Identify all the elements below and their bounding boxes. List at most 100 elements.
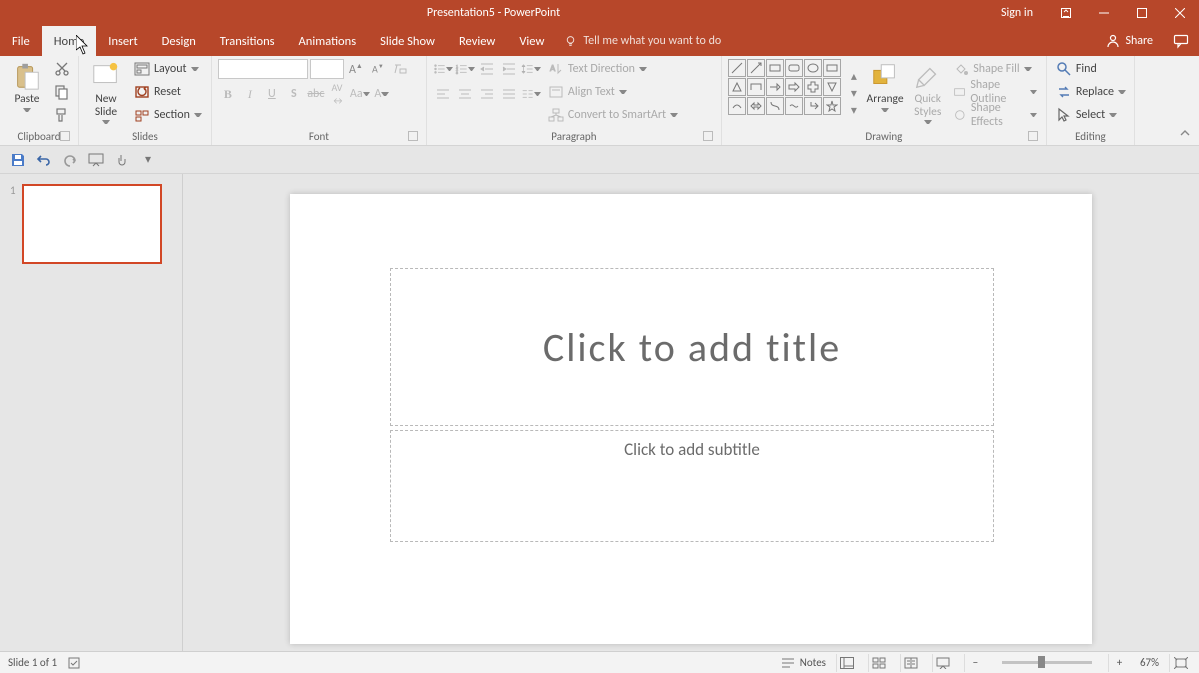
title-bar: Presentation5 - PowerPoint Sign in bbox=[0, 0, 1199, 26]
minimize-button[interactable] bbox=[1085, 0, 1123, 26]
qat-customize-button[interactable]: ▾ bbox=[140, 152, 156, 168]
align-right-button[interactable] bbox=[477, 84, 497, 104]
sign-in-link[interactable]: Sign in bbox=[987, 0, 1047, 26]
reading-view-button[interactable] bbox=[900, 654, 922, 672]
clipboard-launcher[interactable] bbox=[60, 131, 70, 141]
replace-button[interactable]: Replace bbox=[1053, 82, 1129, 102]
tab-review[interactable]: Review bbox=[447, 26, 507, 56]
start-from-beginning-button[interactable] bbox=[88, 152, 104, 168]
font-color-button[interactable]: A bbox=[372, 84, 392, 104]
spellcheck-icon[interactable] bbox=[67, 655, 83, 671]
slide[interactable]: Click to add title Click to add subtitle bbox=[290, 194, 1092, 644]
title-placeholder[interactable]: Click to add title bbox=[390, 268, 994, 426]
decrease-font-button[interactable]: A▼ bbox=[368, 59, 388, 79]
subtitle-placeholder[interactable]: Click to add subtitle bbox=[390, 430, 994, 542]
comments-button[interactable] bbox=[1163, 26, 1199, 56]
tab-design[interactable]: Design bbox=[150, 26, 208, 56]
smartart-label: Convert to SmartArt bbox=[568, 108, 666, 122]
save-button[interactable] bbox=[10, 152, 26, 168]
clear-formatting-button[interactable] bbox=[390, 59, 410, 79]
fit-to-window-button[interactable] bbox=[1169, 654, 1191, 672]
convert-smartart-button[interactable]: Convert to SmartArt bbox=[545, 105, 681, 125]
justify-button[interactable] bbox=[499, 84, 519, 104]
zoom-level[interactable]: 67% bbox=[1140, 656, 1159, 669]
touch-icon bbox=[114, 152, 130, 168]
collapse-ribbon-button[interactable] bbox=[1171, 56, 1199, 145]
increase-font-button[interactable]: A▲ bbox=[346, 59, 366, 79]
change-case-button[interactable]: Aa bbox=[350, 84, 370, 104]
shapes-scroll-down[interactable]: ▾ bbox=[847, 86, 861, 102]
shadow-button[interactable]: S bbox=[284, 84, 304, 104]
font-name-combo[interactable] bbox=[218, 59, 308, 79]
font-size-combo[interactable] bbox=[310, 59, 344, 79]
shape-effects-button[interactable]: Shape Effects bbox=[950, 105, 1040, 125]
section-button[interactable]: Section bbox=[131, 105, 205, 125]
paste-button[interactable]: Paste bbox=[6, 59, 48, 128]
ribbon-display-options-button[interactable] bbox=[1047, 0, 1085, 26]
zoom-slider[interactable] bbox=[1002, 661, 1092, 664]
undo-button[interactable] bbox=[36, 152, 52, 168]
present-icon bbox=[88, 152, 104, 168]
arrange-button[interactable]: Arrange bbox=[865, 59, 905, 128]
notes-button[interactable]: Notes bbox=[780, 655, 826, 671]
bullets-button[interactable] bbox=[433, 59, 453, 79]
tab-insert[interactable]: Insert bbox=[96, 26, 149, 56]
columns-button[interactable] bbox=[521, 84, 541, 104]
align-left-button[interactable] bbox=[433, 84, 453, 104]
normal-view-button[interactable] bbox=[836, 654, 858, 672]
char-spacing-button[interactable]: AV↔ bbox=[328, 84, 348, 104]
slide-canvas[interactable]: Click to add title Click to add subtitle bbox=[183, 174, 1199, 651]
redo-button[interactable] bbox=[62, 152, 78, 168]
tab-animations[interactable]: Animations bbox=[287, 26, 369, 56]
align-center-button[interactable] bbox=[455, 84, 475, 104]
copy-button[interactable] bbox=[52, 82, 72, 102]
drawing-launcher[interactable] bbox=[1028, 131, 1038, 141]
undo-icon bbox=[36, 152, 52, 168]
slideshow-view-button[interactable] bbox=[932, 654, 954, 672]
text-direction-button[interactable]: AText Direction bbox=[545, 59, 681, 79]
window-title: Presentation5 - PowerPoint bbox=[0, 6, 987, 20]
format-painter-button[interactable] bbox=[52, 105, 72, 125]
tab-home[interactable]: Home bbox=[42, 26, 97, 56]
select-icon bbox=[1056, 107, 1072, 123]
zoom-in-button[interactable]: + bbox=[1108, 654, 1130, 672]
share-button[interactable]: Share bbox=[1095, 26, 1163, 56]
tab-view[interactable]: View bbox=[507, 26, 556, 56]
tab-slideshow[interactable]: Slide Show bbox=[368, 26, 447, 56]
tab-transitions[interactable]: Transitions bbox=[208, 26, 287, 56]
shapes-gallery[interactable] bbox=[728, 59, 841, 128]
line-spacing-button[interactable] bbox=[521, 59, 541, 79]
chevron-down-icon bbox=[446, 67, 453, 71]
shapes-scroll-up[interactable]: ▴ bbox=[847, 69, 861, 85]
layout-button[interactable]: Layout bbox=[131, 59, 205, 79]
shape-fill-button[interactable]: Shape Fill bbox=[950, 59, 1040, 79]
shape-outline-button[interactable]: Shape Outline bbox=[950, 82, 1040, 102]
maximize-button[interactable] bbox=[1123, 0, 1161, 26]
quick-styles-button[interactable]: Quick Styles bbox=[909, 59, 946, 128]
increase-indent-button[interactable] bbox=[499, 59, 519, 79]
tell-me-search[interactable]: Tell me what you want to do bbox=[556, 26, 721, 56]
select-button[interactable]: Select bbox=[1053, 105, 1129, 125]
bold-button[interactable]: B bbox=[218, 84, 238, 104]
zoom-out-button[interactable]: − bbox=[964, 654, 986, 672]
chevron-down-icon bbox=[191, 67, 199, 71]
paragraph-launcher[interactable] bbox=[703, 131, 713, 141]
cut-button[interactable] bbox=[52, 59, 72, 79]
find-button[interactable]: Find bbox=[1053, 59, 1129, 79]
underline-button[interactable]: U bbox=[262, 84, 282, 104]
italic-button[interactable]: I bbox=[240, 84, 260, 104]
strikethrough-button[interactable]: abc bbox=[306, 84, 326, 104]
align-text-button[interactable]: Align Text bbox=[545, 82, 681, 102]
shapes-more[interactable]: ▾ bbox=[847, 103, 861, 119]
font-launcher[interactable] bbox=[408, 131, 418, 141]
new-slide-button[interactable]: New Slide bbox=[85, 59, 127, 128]
decrease-indent-button[interactable] bbox=[477, 59, 497, 79]
align-center-icon bbox=[457, 86, 473, 102]
touch-mouse-mode-button[interactable] bbox=[114, 152, 130, 168]
slide-sorter-view-button[interactable] bbox=[868, 654, 890, 672]
numbering-button[interactable]: 123 bbox=[455, 59, 475, 79]
tab-file[interactable]: File bbox=[0, 26, 42, 56]
reset-button[interactable]: Reset bbox=[131, 82, 205, 102]
slide-thumbnail-1[interactable] bbox=[22, 184, 162, 264]
close-button[interactable] bbox=[1161, 0, 1199, 26]
